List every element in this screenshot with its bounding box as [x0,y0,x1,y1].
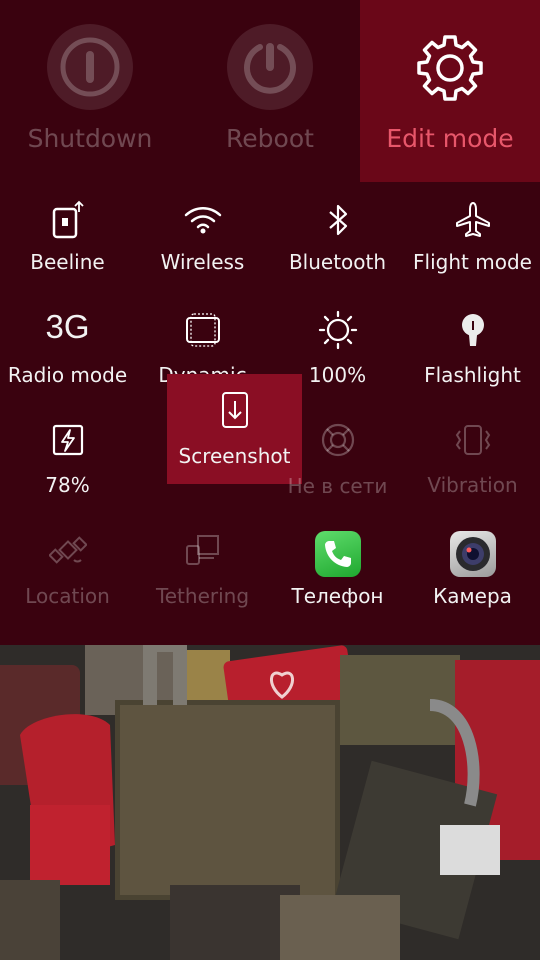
toggle-flashlight[interactable]: Flashlight [405,302,540,412]
orientation-icon [185,313,220,347]
top-menu-panel: Shutdown Reboot Edit mode Beeline Wirele… [0,0,540,645]
vibration-label: Vibration [427,473,518,497]
screenshot-icon [222,392,248,428]
bluetooth-icon [328,204,347,236]
radio-mode-label: Radio mode [7,363,128,387]
app-camera-shortcut[interactable]: Камера [405,522,540,632]
battery-value: 78% [45,473,90,497]
toggle-bluetooth[interactable]: Bluetooth [270,192,405,302]
toggle-cellular[interactable]: Beeline [0,192,135,302]
brightness-icon [318,310,357,350]
battery-status[interactable]: 78% [0,412,135,522]
wifi-icon [184,207,221,234]
wallpaper-image [0,645,540,960]
shutdown-label: Shutdown [27,124,153,153]
lifebuoy-icon [321,423,354,457]
network-status-label: Не в сети [287,474,388,498]
toggle-network-status[interactable]: Не в сети [270,412,405,522]
reboot-icon [227,24,313,110]
flight-mode-label: Flight mode [413,250,532,274]
location-label: Location [25,584,110,608]
reboot-button[interactable]: Reboot [180,0,360,182]
toggle-vibration[interactable]: Vibration [405,412,540,522]
sim-card-icon [52,200,84,239]
tethering-label: Tethering [155,584,250,608]
reboot-label: Reboot [226,124,314,153]
cellular-label: Beeline [30,250,105,274]
phone-app-icon [315,531,361,577]
shutdown-icon [47,24,133,110]
radio-mode-value: 3G [45,308,90,345]
vibration-icon [455,425,490,455]
app-phone-shortcut[interactable]: Телефон [270,522,405,632]
toggle-location[interactable]: Location [0,522,135,632]
phone-app-label: Телефон [291,584,384,608]
toggle-tethering[interactable]: Tethering [135,522,270,632]
toggle-wireless[interactable]: Wireless [135,192,270,302]
flashlight-label: Flashlight [424,363,521,387]
camera-app-label: Камера [433,584,512,608]
tethering-icon [185,535,219,565]
toggle-radio-mode[interactable]: 3G Radio mode [0,302,135,412]
shutdown-button[interactable]: Shutdown [0,0,180,182]
edit-mode-label: Edit mode [386,124,514,153]
flashlight-icon [461,314,484,346]
wireless-label: Wireless [160,250,245,274]
satellite-icon [48,536,87,564]
edit-mode-button[interactable]: Edit mode [360,0,540,182]
bluetooth-label: Bluetooth [288,250,387,274]
airplane-icon [455,202,490,237]
toggle-flight-mode[interactable]: Flight mode [405,192,540,302]
camera-app-icon [450,531,496,577]
gear-icon [417,35,483,101]
battery-icon [52,424,83,456]
power-actions-row: Shutdown Reboot Edit mode [0,0,540,182]
